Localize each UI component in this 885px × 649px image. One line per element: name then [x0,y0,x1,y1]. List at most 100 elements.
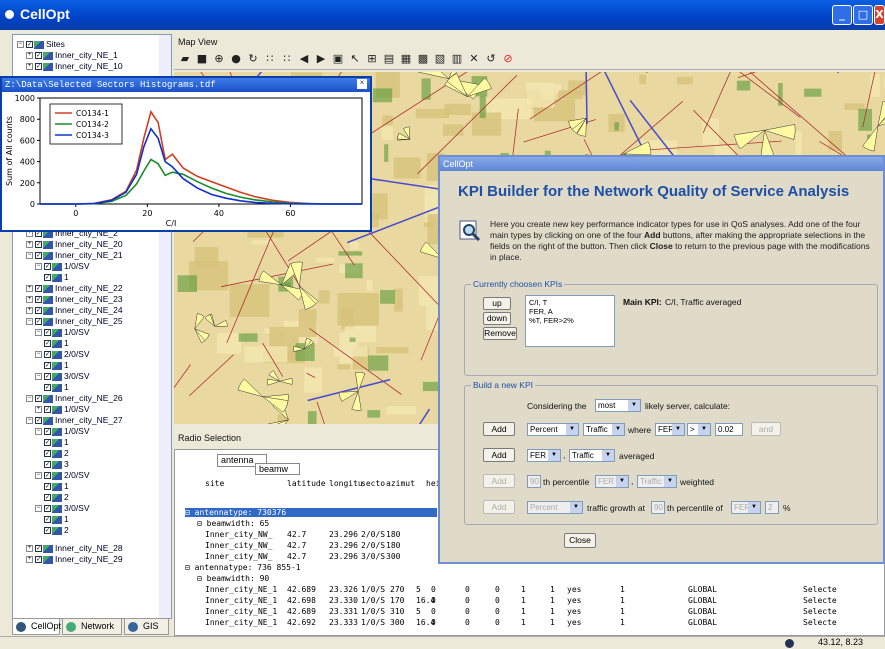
tree-checkbox[interactable]: ✓ [44,351,51,359]
table-cell[interactable]: 0 [431,585,436,594]
tree-checkbox[interactable]: ✓ [35,395,42,403]
table-cell[interactable]: 1/0/S [361,618,385,627]
expand-toggle-icon[interactable]: + [35,406,42,414]
grid-icon[interactable]: ∷ [264,53,276,65]
tree-item[interactable]: + ✓ Inner_city_NE_1 [26,50,118,61]
pointer-icon[interactable]: ↖ [349,53,361,65]
tree-item[interactable]: + ✓ Inner_city_NE_22 [26,283,123,294]
table-cell[interactable]: 1 [620,607,625,616]
table-cell[interactable]: 1 [521,618,526,627]
measure-icon[interactable]: ⊞ [366,53,378,65]
group-row[interactable]: ⊟ antennatype: 730376 [185,508,437,517]
table-cell[interactable]: 310 [390,607,404,616]
tree-checkbox[interactable]: ✓ [44,450,51,458]
tree-item[interactable]: − ✓ Sites [17,39,65,50]
r4-type-select[interactable]: Percent ▼ [527,501,583,514]
column-header[interactable]: site [205,479,224,488]
tree-item[interactable]: ✓ 1 [44,360,69,371]
table-cell[interactable]: Inner_city_NW_ [205,541,272,550]
kpi-list[interactable]: C/I, T FER, A %T, FER>2% [525,295,615,347]
tree-checkbox[interactable]: ✓ [35,296,42,304]
expand-toggle-icon[interactable]: − [35,428,42,436]
table-cell[interactable]: 1 [521,585,526,594]
tree-checkbox[interactable]: ✓ [44,329,51,337]
table-cell[interactable]: GLOBAL [688,607,717,616]
column-header[interactable]: secto [361,479,385,488]
tree-checkbox[interactable]: ✓ [44,483,51,491]
table-cell[interactable]: 1 [550,618,555,627]
table-cell[interactable]: 1 [521,607,526,616]
tree-item[interactable]: − ✓ Inner_city_NE_25 [26,316,123,327]
tree-checkbox[interactable]: ✓ [44,340,51,348]
expand-toggle-icon[interactable]: + [26,556,33,564]
group-row[interactable]: ⊟ antennatype: 736 855-1 [185,563,437,572]
r4-value-input[interactable]: 2 [765,501,779,514]
info-icon[interactable]: ▥ [451,53,463,65]
table-cell[interactable]: 1 [620,585,625,594]
select-icon[interactable]: ▣ [332,53,344,65]
table-cell[interactable]: yes [567,607,581,616]
table-cell[interactable]: 0 [431,618,436,627]
r3-kpi-select[interactable]: FER ▼ [595,475,629,488]
table-cell[interactable]: 1 [550,596,555,605]
tree-item[interactable]: − ✓ 1/0/SV [35,426,90,437]
table-cell[interactable]: Inner_city_NW_ [205,552,272,561]
table-cell[interactable]: Selecte [803,618,837,627]
tree-checkbox[interactable]: ✓ [35,241,42,249]
tree-item[interactable]: ✓ 1 [44,382,69,393]
tree-item[interactable]: + ✓ Inner_city_NE_29 [26,554,123,565]
tree-checkbox[interactable]: ✓ [35,285,42,293]
table-cell[interactable]: 42.698 [287,596,316,605]
and-button[interactable]: and [751,422,781,436]
close-button[interactable]: X [874,5,885,25]
tree-checkbox[interactable]: ✓ [44,505,51,513]
forward-arrow-icon[interactable]: ▶ [315,53,327,65]
tree-checkbox[interactable]: ✓ [35,52,42,60]
table-cell[interactable]: 2/0/S [361,541,385,550]
table-cell[interactable]: 23.331 [329,607,358,616]
table-cell[interactable]: GLOBAL [688,585,717,594]
tree-checkbox[interactable]: ✓ [35,556,42,564]
subgroup-row[interactable]: ⊟ beamwidth: 90 [197,574,269,583]
table-cell[interactable]: 300 [386,552,400,561]
table-cell[interactable]: 42.692 [287,618,316,627]
table-cell[interactable]: 0 [495,596,500,605]
open-icon[interactable]: ▰ [179,53,191,65]
tab-gis[interactable]: GIS [124,618,169,635]
table-cell[interactable]: 1 [620,618,625,627]
globe-tool-icon[interactable]: ● [230,53,242,65]
tree-checkbox[interactable]: ✓ [44,406,51,414]
table-cell[interactable]: 270 [390,585,404,594]
table-cell[interactable]: GLOBAL [688,618,717,627]
r4-percent-input[interactable]: 90 [651,501,665,514]
tree-item[interactable]: − ✓ Inner_city_NE_21 [26,250,123,261]
tab-cellopt[interactable]: CellOpt [12,618,61,635]
tree-checkbox[interactable]: ✓ [44,428,51,436]
table-cell[interactable]: Inner_city_NE_1 [205,596,277,605]
column-header[interactable]: latitude [287,479,326,488]
tree-checkbox[interactable]: ✓ [44,263,51,271]
expand-toggle-icon[interactable]: + [26,545,33,553]
tree-item[interactable]: ✓ 3 [44,459,69,470]
tree-checkbox[interactable]: ✓ [44,439,51,447]
table-cell[interactable]: 23.296 [329,530,358,539]
table-cell[interactable]: Selecte [803,596,837,605]
table-cell[interactable]: Inner_city_NE_1 [205,585,277,594]
table-cell[interactable]: 1 [521,596,526,605]
tree-checkbox[interactable]: ✓ [44,384,51,392]
r3-weight-select[interactable]: Traffic ▼ [637,475,677,488]
layer2-icon[interactable]: ▦ [400,53,412,65]
zoom-icon[interactable]: ⊕ [213,53,225,65]
tree-item[interactable]: − ✓ 3/0/SV [35,371,90,382]
expand-toggle-icon[interactable]: − [35,329,42,337]
layer-icon[interactable]: ▤ [383,53,395,65]
table-cell[interactable]: Selecte [803,607,837,616]
tab-network[interactable]: Network [62,618,122,635]
export-icon[interactable]: ▧ [434,53,446,65]
tree-checkbox[interactable]: ✓ [35,63,42,71]
tree-item[interactable]: + ✓ Inner_city_NE_28 [26,543,123,554]
r1-type-select[interactable]: Percent ▼ [527,423,579,436]
tree-item[interactable]: ✓ 2 [44,525,69,536]
expand-toggle-icon[interactable]: − [26,395,33,403]
tree-item[interactable]: − ✓ 1/0/SV [35,261,90,272]
